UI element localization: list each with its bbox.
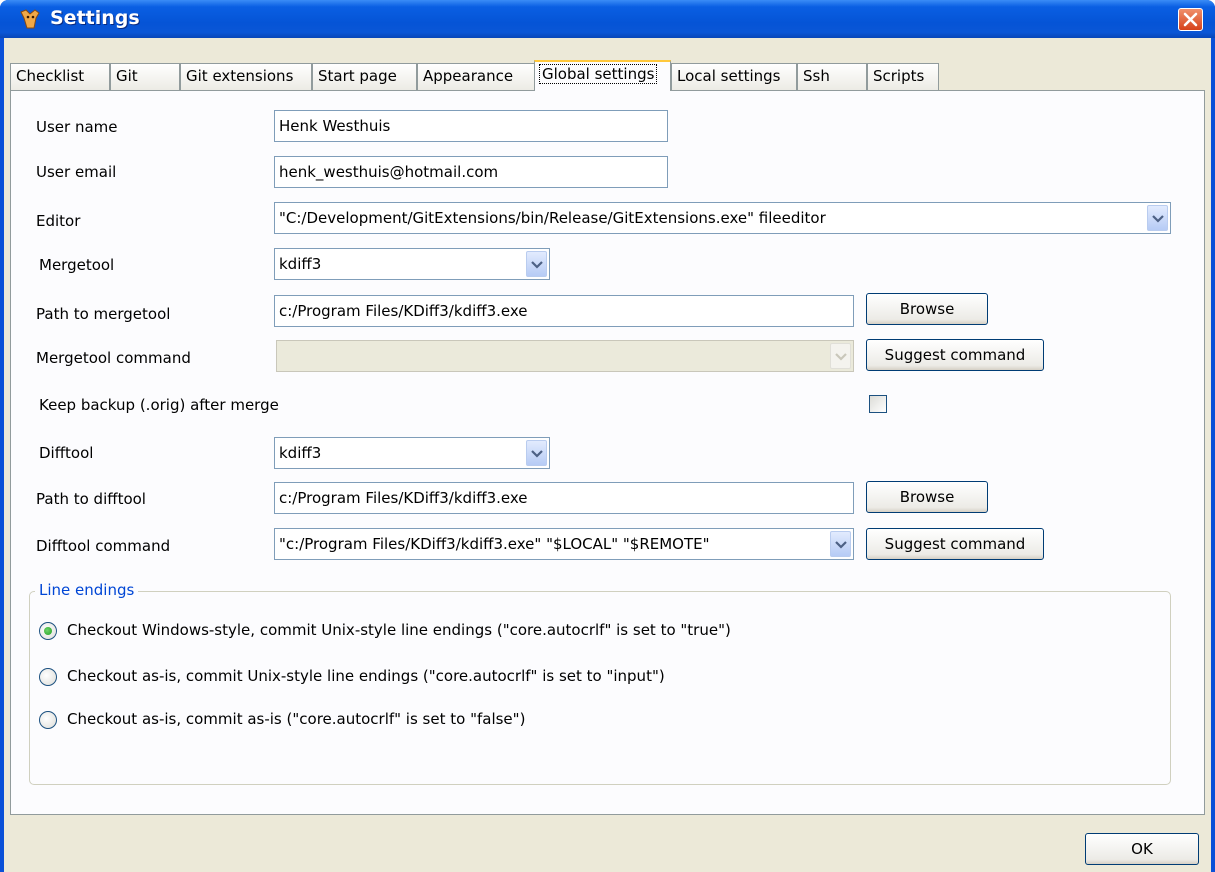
mergetool-command-label: Mergetool command <box>36 349 191 367</box>
settings-window: Settings Checklist Git Git extensions St… <box>0 0 1215 872</box>
ok-button[interactable]: OK <box>1085 833 1199 865</box>
suggest-mergetool-command-button[interactable]: Suggest command <box>866 339 1044 371</box>
keep-backup-checkbox[interactable] <box>869 395 887 413</box>
path-to-difftool-label: Path to difftool <box>36 490 146 508</box>
tab-git[interactable]: Git <box>110 63 180 90</box>
user-email-label: User email <box>36 163 117 181</box>
mergetool-label: Mergetool <box>39 256 115 274</box>
window-title: Settings <box>50 7 140 29</box>
line-endings-option-true-label[interactable]: Checkout Windows-style, commit Unix-styl… <box>67 621 731 639</box>
chevron-down-icon <box>531 261 543 269</box>
editor-combo[interactable]: "C:/Development/GitExtensions/bin/Releas… <box>274 202 1171 234</box>
editor-dropdown-button[interactable] <box>1147 205 1168 231</box>
app-icon <box>20 9 40 29</box>
editor-value: "C:/Development/GitExtensions/bin/Releas… <box>279 209 826 227</box>
line-endings-option-false-label[interactable]: Checkout as-is, commit as-is ("core.auto… <box>67 710 525 728</box>
tab-start-page[interactable]: Start page <box>312 63 417 90</box>
difftool-command-label: Difftool command <box>36 537 171 555</box>
tab-git-extensions[interactable]: Git extensions <box>180 63 312 90</box>
user-email-input[interactable]: henk_westhuis@hotmail.com <box>274 156 668 188</box>
user-name-input[interactable]: Henk Westhuis <box>274 110 668 142</box>
line-endings-radio-false[interactable] <box>39 711 57 729</box>
path-to-difftool-input[interactable]: c:/Program Files/KDiff3/kdiff3.exe <box>274 482 854 514</box>
difftool-combo[interactable]: kdiff3 <box>274 437 550 469</box>
line-endings-title: Line endings <box>35 581 139 599</box>
suggest-difftool-command-button[interactable]: Suggest command <box>866 528 1044 560</box>
user-name-label: User name <box>36 118 118 136</box>
difftool-command-dropdown-button[interactable] <box>830 531 851 557</box>
global-settings-panel: User name Henk Westhuis User email henk_… <box>10 90 1205 815</box>
path-to-mergetool-input[interactable]: c:/Program Files/KDiff3/kdiff3.exe <box>274 295 854 327</box>
editor-label: Editor <box>36 212 81 230</box>
browse-mergetool-button[interactable]: Browse <box>866 293 988 325</box>
client-area: Checklist Git Git extensions Start page … <box>4 38 1211 872</box>
tab-checklist[interactable]: Checklist <box>10 63 110 90</box>
tab-scripts[interactable]: Scripts <box>867 63 939 90</box>
difftool-value: kdiff3 <box>279 444 322 462</box>
difftool-label: Difftool <box>39 444 94 462</box>
chevron-down-icon <box>1152 215 1164 223</box>
chevron-down-icon <box>835 353 847 361</box>
keep-backup-label: Keep backup (.orig) after merge <box>39 396 279 414</box>
difftool-dropdown-button[interactable] <box>526 440 547 466</box>
difftool-command-combo[interactable]: "c:/Program Files/KDiff3/kdiff3.exe" "$L… <box>274 528 854 560</box>
chevron-down-icon <box>835 541 847 549</box>
browse-difftool-button[interactable]: Browse <box>866 481 988 513</box>
tab-appearance[interactable]: Appearance <box>417 63 535 90</box>
tab-ssh[interactable]: Ssh <box>797 63 867 90</box>
tab-local-settings[interactable]: Local settings <box>671 63 797 90</box>
difftool-command-value: "c:/Program Files/KDiff3/kdiff3.exe" "$L… <box>279 535 710 553</box>
mergetool-dropdown-button[interactable] <box>526 251 547 277</box>
mergetool-command-combo <box>276 340 854 372</box>
mergetool-value: kdiff3 <box>279 255 322 273</box>
close-button[interactable] <box>1178 8 1203 31</box>
line-endings-radio-true[interactable] <box>39 622 57 640</box>
mergetool-combo[interactable]: kdiff3 <box>274 248 550 280</box>
path-to-mergetool-label: Path to mergetool <box>36 305 171 323</box>
button-bar: OK <box>4 815 1211 872</box>
line-endings-option-input-label[interactable]: Checkout as-is, commit Unix-style line e… <box>67 667 665 685</box>
mergetool-command-dropdown-button <box>830 343 851 369</box>
chevron-down-icon <box>531 450 543 458</box>
tab-global-settings[interactable]: Global settings <box>534 60 671 91</box>
tab-strip: Checklist Git Git extensions Start page … <box>4 60 1211 91</box>
line-endings-radio-input[interactable] <box>39 668 57 686</box>
radio-selected-dot <box>44 627 52 635</box>
title-bar[interactable]: Settings <box>0 0 1215 38</box>
close-icon <box>1183 12 1198 27</box>
